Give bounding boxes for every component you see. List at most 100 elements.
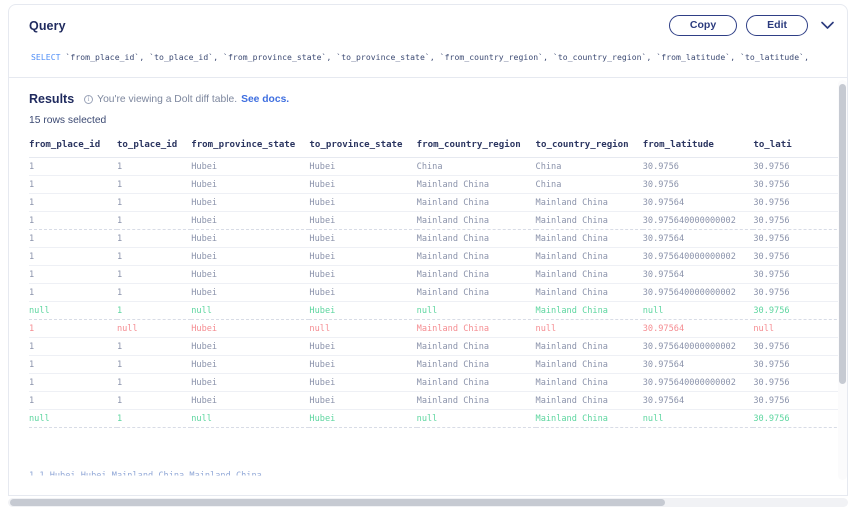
cell-from_place_id: 1 — [29, 176, 117, 194]
table-row[interactable]: 11HubeiHubeiMainland ChinaChina30.975630… — [29, 176, 847, 194]
edit-button[interactable]: Edit — [746, 15, 808, 37]
results-header: Results i You're viewing a Dolt diff tab… — [9, 78, 847, 106]
cell-from_place_id: null — [29, 302, 117, 320]
copy-button[interactable]: Copy — [669, 15, 737, 37]
cell-from_province_state: null — [191, 410, 309, 428]
cell-from_latitude: null — [643, 302, 754, 320]
cell-from_country_region: null — [417, 410, 536, 428]
column-header-to_province_state[interactable]: to_province_state — [309, 136, 416, 158]
table-row[interactable]: 11HubeiHubeiMainland ChinaMainland China… — [29, 248, 847, 266]
cell-from_province_state: Hubei — [191, 392, 309, 410]
column-header-to_lati[interactable]: to_lati — [753, 136, 847, 158]
cell-from_province_state: Hubei — [191, 320, 309, 338]
cell-to_place_id: null — [117, 320, 191, 338]
cell-to_lati: 30.9756 — [753, 374, 847, 392]
query-card: Query Copy Edit SELECT `from_place_id`, … — [8, 4, 848, 78]
cell-from_country_region: Mainland China — [417, 338, 536, 356]
sql-query-text[interactable]: SELECT `from_place_id`, `to_place_id`, `… — [9, 37, 847, 78]
cell-to_place_id: 1 — [117, 266, 191, 284]
cell-to_country_region: Mainland China — [536, 410, 643, 428]
column-header-from_place_id[interactable]: from_place_id — [29, 136, 117, 158]
cell-to_country_region: Mainland China — [536, 284, 643, 302]
results-table: from_place_idto_place_idfrom_province_st… — [29, 136, 847, 428]
cell-to_place_id: 1 — [117, 158, 191, 176]
cell-to_lati: 30.9756 — [753, 212, 847, 230]
see-docs-link[interactable]: See docs. — [241, 94, 289, 105]
cell-from_province_state: null — [191, 302, 309, 320]
horizontal-scrollbar-thumb[interactable] — [10, 499, 665, 506]
cell-to_lati: 30.9756 — [753, 410, 847, 428]
cell-from_latitude: 30.97564 — [643, 392, 754, 410]
cell-from_country_region: China — [417, 158, 536, 176]
column-header-to_country_region[interactable]: to_country_region — [536, 136, 643, 158]
cell-to_place_id: 1 — [117, 230, 191, 248]
cell-from_place_id: 1 — [29, 248, 117, 266]
chevron-down-icon[interactable] — [819, 18, 835, 34]
cell-from_latitude: 30.97564 — [643, 230, 754, 248]
cell-from_place_id: 1 — [29, 320, 117, 338]
results-title: Results — [29, 92, 74, 106]
cell-from_place_id: 1 — [29, 212, 117, 230]
cell-from_province_state: Hubei — [191, 194, 309, 212]
table-row[interactable]: 11HubeiHubeiMainland ChinaMainland China… — [29, 284, 847, 302]
cell-to_province_state: Hubei — [309, 392, 416, 410]
cell-from_place_id: 1 — [29, 392, 117, 410]
cell-to_province_state: Hubei — [309, 284, 416, 302]
cell-from_place_id: 1 — [29, 266, 117, 284]
cell-to_country_region: China — [536, 158, 643, 176]
results-table-scroll-area[interactable]: from_place_idto_place_idfrom_province_st… — [9, 136, 847, 495]
cell-from_place_id: 1 — [29, 374, 117, 392]
cell-from_province_state: Hubei — [191, 356, 309, 374]
cell-from_country_region: Mainland China — [417, 392, 536, 410]
cell-to_country_region: China — [536, 176, 643, 194]
cell-from_latitude: 30.975640000000002 — [643, 284, 754, 302]
cell-from_latitude: 30.97564 — [643, 266, 754, 284]
horizontal-scrollbar-track[interactable] — [8, 498, 848, 507]
column-header-from_province_state[interactable]: from_province_state — [191, 136, 309, 158]
table-row[interactable]: null1nullHubeinullMainland Chinanull30.9… — [29, 302, 847, 320]
cell-to_lati: 30.9756 — [753, 392, 847, 410]
table-row[interactable]: 11HubeiHubeiMainland ChinaMainland China… — [29, 194, 847, 212]
cell-from_place_id: 1 — [29, 230, 117, 248]
table-row[interactable]: 1nullHubeinullMainland Chinanull30.97564… — [29, 320, 847, 338]
cell-from_place_id: 1 — [29, 158, 117, 176]
column-header-from_latitude[interactable]: from_latitude — [643, 136, 754, 158]
cell-from_country_region: Mainland China — [417, 266, 536, 284]
cell-to_country_region: Mainland China — [536, 266, 643, 284]
info-circle-icon: i — [84, 95, 93, 104]
cell-to_province_state: Hubei — [309, 248, 416, 266]
table-row[interactable]: 11HubeiHubeiMainland ChinaMainland China… — [29, 338, 847, 356]
cell-to_place_id: 1 — [117, 392, 191, 410]
cell-to_lati: 30.9756 — [753, 356, 847, 374]
cell-to_province_state: Hubei — [309, 158, 416, 176]
table-row[interactable]: 11HubeiHubeiMainland ChinaMainland China… — [29, 230, 847, 248]
table-row[interactable]: 11HubeiHubeiMainland ChinaMainland China… — [29, 212, 847, 230]
cell-from_latitude: 30.9756 — [643, 158, 754, 176]
cell-to_place_id: 1 — [117, 338, 191, 356]
cell-to_country_region: null — [536, 320, 643, 338]
table-row[interactable]: 11HubeiHubeiMainland ChinaMainland China… — [29, 356, 847, 374]
table-header-row: from_place_idto_place_idfrom_province_st… — [29, 136, 847, 158]
cell-to_lati: 30.9756 — [753, 230, 847, 248]
column-header-to_place_id[interactable]: to_place_id — [117, 136, 191, 158]
cell-from_country_region: null — [417, 302, 536, 320]
table-row[interactable]: 11HubeiHubeiMainland ChinaMainland China… — [29, 374, 847, 392]
cell-to_province_state: Hubei — [309, 374, 416, 392]
results-panel: Results i You're viewing a Dolt diff tab… — [8, 78, 848, 496]
column-header-from_country_region[interactable]: from_country_region — [417, 136, 536, 158]
cell-to_place_id: 1 — [117, 194, 191, 212]
table-row[interactable]: 11HubeiHubeiMainland ChinaMainland China… — [29, 266, 847, 284]
cell-to_place_id: 1 — [117, 176, 191, 194]
vertical-scrollbar-track[interactable] — [838, 80, 847, 480]
cell-from_latitude: 30.975640000000002 — [643, 338, 754, 356]
cell-to_lati: null — [753, 320, 847, 338]
table-row[interactable]: 11HubeiHubeiMainland ChinaMainland China… — [29, 392, 847, 410]
cell-to_country_region: Mainland China — [536, 194, 643, 212]
table-row[interactable]: 11HubeiHubeiChinaChina30.975630.9756 — [29, 158, 847, 176]
query-actions: Copy Edit — [669, 15, 835, 37]
rows-selected-count: 15 rows selected — [9, 106, 847, 126]
table-row[interactable]: null1nullHubeinullMainland Chinanull30.9… — [29, 410, 847, 428]
cell-from_latitude: 30.97564 — [643, 356, 754, 374]
vertical-scrollbar-thumb[interactable] — [839, 84, 846, 384]
cell-from_country_region: Mainland China — [417, 356, 536, 374]
